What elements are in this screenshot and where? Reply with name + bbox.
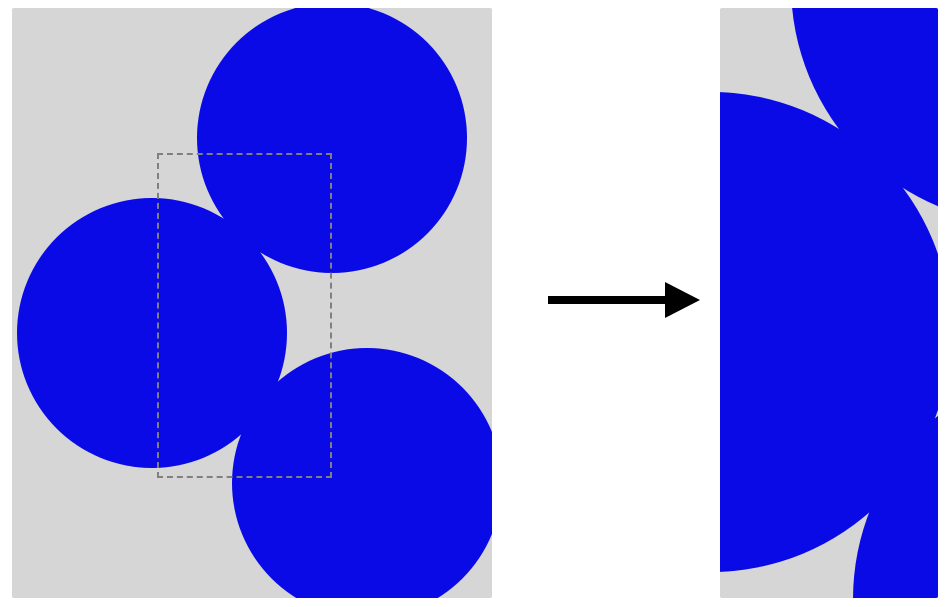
- result-panel: [720, 8, 938, 598]
- arrow-icon: [540, 278, 705, 322]
- source-panel: [12, 8, 492, 598]
